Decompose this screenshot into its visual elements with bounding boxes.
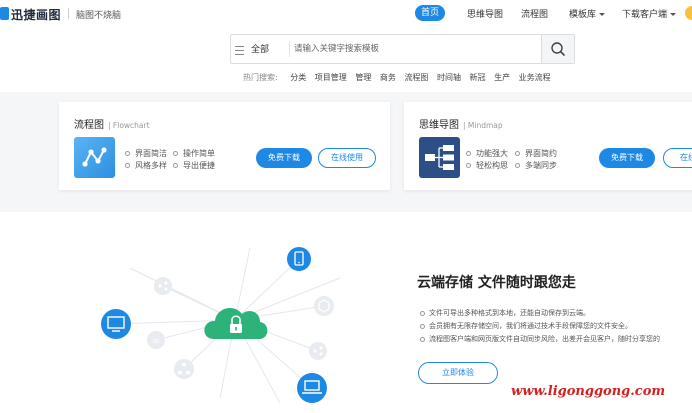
hot-term[interactable]: 新冠: [470, 73, 486, 82]
hot-term[interactable]: 时间轴: [437, 73, 461, 82]
menu-icon[interactable]: [235, 46, 244, 55]
card-title-text: 流程图: [74, 120, 104, 131]
nav-home[interactable]: 首页: [415, 5, 445, 21]
card-title: 思维导图 | Mindmap: [419, 116, 503, 131]
logo-text[interactable]: 迅捷画图: [11, 6, 61, 23]
org-node-icon: [174, 359, 194, 379]
card-feature: 多端同步: [515, 160, 557, 171]
search-scope-select[interactable]: 全部: [251, 42, 269, 55]
product-card-mindmap: 思维导图 | Mindmap 功能强大 界面简约 轻松构思 多端同步 免费下载 在…: [404, 102, 692, 190]
card-feature: 界面简约: [515, 148, 557, 159]
card-title-text: 思维导图: [419, 120, 459, 131]
share-node-icon: [309, 342, 327, 360]
card-title: 流程图 | Flowchart: [74, 116, 150, 131]
cloud-storage-illustration: ∞: [101, 247, 341, 404]
share-node-icon: [154, 277, 172, 295]
online-use-button[interactable]: 在线使用: [318, 148, 376, 168]
mindmap-app-icon: [419, 137, 460, 178]
hot-search-row: 热门搜索: 分类 项目管理 管理 商务 流程图 时间轴 新冠 生产 业务流程: [243, 72, 557, 83]
nav-templates[interactable]: 模板库: [569, 7, 606, 20]
top-navbar: 迅捷画图 脑图不烧脑 首页 思维导图 流程图 模板库 下载客户端: [0, 0, 692, 26]
card-feature: 风格多样: [125, 160, 167, 171]
search-box: 全部: [230, 34, 575, 64]
logo-divider: [68, 8, 69, 19]
try-now-button[interactable]: 立即体验: [418, 362, 498, 384]
hot-term[interactable]: 流程图: [404, 73, 428, 82]
search-input[interactable]: [294, 39, 534, 59]
chevron-down-icon: [670, 13, 677, 16]
avatar[interactable]: [685, 6, 692, 20]
phone-icon: [287, 247, 311, 271]
card-feature: 导出便捷: [173, 160, 215, 171]
link-icon: ∞: [147, 331, 165, 349]
card-subtitle-text: Flowchart: [112, 121, 150, 130]
nav-download-client[interactable]: 下载客户端: [622, 7, 677, 20]
card-feature: 轻松构思: [466, 160, 508, 171]
hot-term[interactable]: 管理: [355, 73, 371, 82]
hot-term[interactable]: 生产: [494, 73, 510, 82]
nav-flowchart[interactable]: 流程图: [521, 7, 548, 20]
storage-title: 云端存储 文件随时跟您走: [417, 275, 576, 291]
card-subtitle-text: Mindmap: [467, 121, 503, 130]
nav-templates-label: 模板库: [569, 10, 597, 20]
search-divider: [289, 41, 290, 57]
hex-node-icon: [314, 296, 334, 316]
storage-description-line: 流程图客户端和网页版文件自动同步风险，出差开会见客户，随时分享您的: [420, 334, 660, 344]
search-icon: [551, 42, 565, 56]
download-button[interactable]: 免费下载: [256, 148, 312, 168]
logo-icon[interactable]: [0, 7, 9, 20]
hot-term[interactable]: 业务流程: [519, 73, 551, 82]
online-use-button[interactable]: 在线使: [663, 148, 692, 168]
cloud-lock-icon: [204, 307, 268, 339]
hot-search-label: 热门搜索:: [243, 73, 278, 82]
product-card-flowchart: 流程图 | Flowchart 界面简洁 操作简单 风格多样 导出便捷 免费下载 …: [59, 102, 390, 190]
watermark-text: www.ligonggong.com: [511, 384, 666, 399]
storage-description-line: 会员拥有无限存储空间，我们将通过技术手段保障您的文件安全。: [420, 321, 632, 331]
storage-description-line: 文件可导出多种格式到本地，还能自动保存到云端。: [420, 308, 590, 318]
flowchart-app-icon: [74, 137, 115, 178]
nav-download-label: 下载客户端: [622, 10, 668, 20]
hot-term[interactable]: 商务: [380, 73, 396, 82]
hot-term[interactable]: 分类: [290, 73, 306, 82]
card-subtitle: | Flowchart: [108, 121, 150, 130]
card-feature: 操作简单: [173, 148, 215, 159]
svg-text:∞: ∞: [152, 336, 160, 347]
hot-term[interactable]: 项目管理: [315, 73, 347, 82]
card-feature: 功能强大: [466, 148, 508, 159]
download-button[interactable]: 免费下载: [599, 148, 655, 168]
nav-mindmap[interactable]: 思维导图: [467, 7, 503, 20]
card-feature: 界面简洁: [125, 148, 167, 159]
card-subtitle: | Mindmap: [463, 121, 503, 130]
search-button[interactable]: [541, 35, 574, 63]
laptop-icon: [297, 373, 327, 403]
chevron-down-icon: [599, 13, 606, 16]
monitor-icon: [101, 309, 131, 339]
logo-slogan: 脑图不烧脑: [76, 11, 122, 21]
